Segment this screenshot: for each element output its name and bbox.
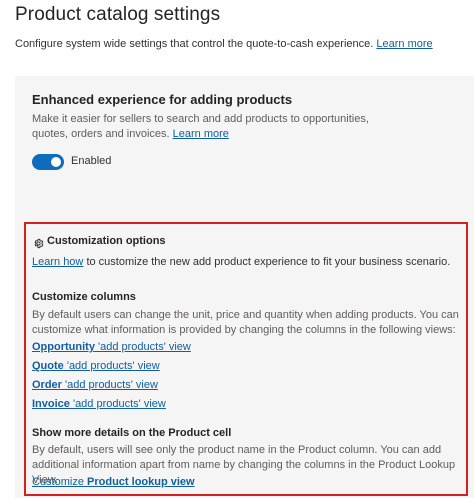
product-lookup-view-link[interactable]: Customize Product lookup view [32, 476, 195, 488]
order-view-link[interactable]: Order 'add products' view [32, 379, 158, 391]
learn-how-line: Learn how to customize the new add produ… [32, 256, 450, 268]
learn-how-text: to customize the new add product experie… [86, 256, 451, 268]
customize-columns-title: Customize columns [32, 291, 136, 303]
page-title: Product catalog settings [15, 4, 221, 25]
invoice-view-link[interactable]: Invoice 'add products' view [32, 398, 166, 410]
learn-more-link[interactable]: Learn more [376, 38, 432, 50]
link-bold: Product lookup view [87, 476, 195, 488]
link-prefix: Customize [32, 476, 88, 488]
link-rest: 'add products' view [63, 360, 160, 372]
link-bold: Quote [32, 360, 64, 372]
customization-header: Customization options [33, 235, 166, 248]
toggle-label: Enabled [71, 155, 112, 167]
link-rest: 'add products' view [94, 341, 191, 353]
link-bold: Invoice [32, 398, 70, 410]
page-description-text: Configure system wide settings that cont… [15, 38, 374, 50]
opportunity-view-link[interactable]: Opportunity 'add products' view [32, 341, 191, 353]
card-description: Make it easier for sellers to search and… [32, 112, 377, 142]
link-bold: Order [32, 379, 62, 391]
quote-view-link[interactable]: Quote 'add products' view [32, 360, 160, 372]
product-details-title: Show more details on the Product cell [32, 427, 232, 439]
card-title: Enhanced experience for adding products [32, 92, 293, 107]
enabled-toggle[interactable] [32, 154, 64, 170]
page-description: Configure system wide settings that cont… [15, 38, 433, 50]
customize-columns-description: By default users can change the unit, pr… [32, 309, 459, 336]
customization-title: Customization options [47, 235, 166, 247]
card-learn-more-link[interactable]: Learn more [173, 128, 229, 140]
link-bold: Opportunity [32, 341, 95, 353]
link-rest: 'add products' view [61, 379, 158, 391]
gear-icon [33, 236, 44, 248]
learn-how-link[interactable]: Learn how [32, 256, 83, 268]
link-rest: 'add products' view [69, 398, 166, 410]
customization-panel: Customization options Learn how to custo… [24, 222, 468, 496]
toggle-knob [51, 157, 61, 167]
